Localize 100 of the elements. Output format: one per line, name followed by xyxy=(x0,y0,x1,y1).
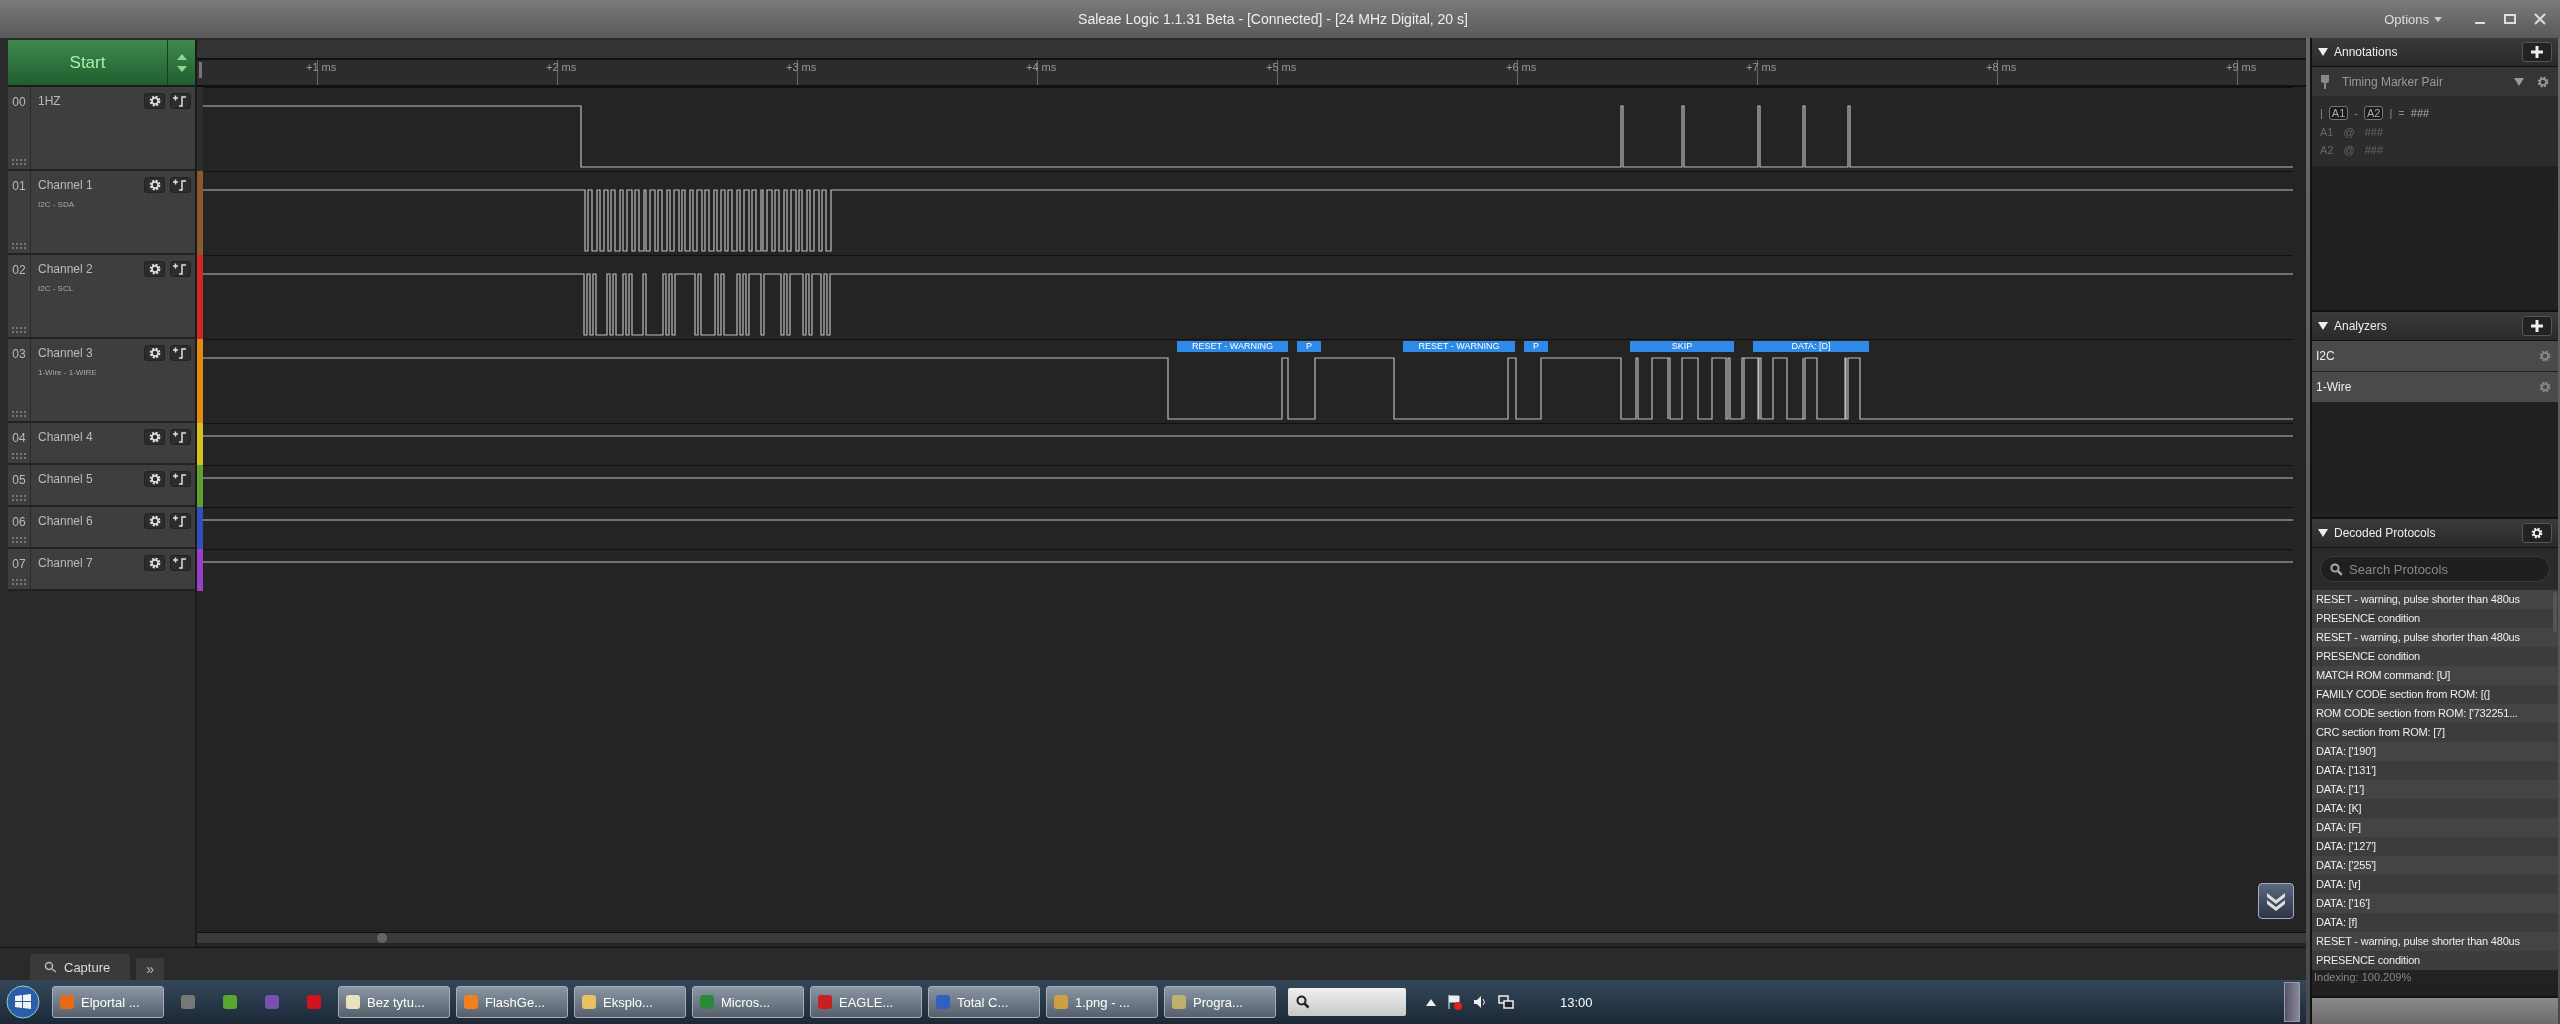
tick-label: +9 ms xyxy=(2226,61,2257,73)
grip-icon[interactable] xyxy=(12,579,26,585)
analyzer-settings-button[interactable] xyxy=(2538,349,2552,363)
channel-settings-button[interactable] xyxy=(144,555,165,571)
collapse-triangle-icon[interactable] xyxy=(2318,48,2328,56)
channel-number: 03 xyxy=(12,347,26,361)
trigger-button[interactable] xyxy=(170,513,191,529)
decoded-row[interactable]: DATA: ['127'] xyxy=(2312,837,2558,856)
taskbar-button[interactable]: EAGLE... xyxy=(810,986,922,1018)
trigger-button[interactable] xyxy=(170,345,191,361)
protocol-frame-label: SKIP xyxy=(1630,341,1734,352)
analyzer-name: 1-Wire xyxy=(2316,380,2352,394)
decoded-row[interactable]: PRESENCE condition xyxy=(2312,647,2558,666)
taskbar-button[interactable]: Eksplo... xyxy=(574,986,686,1018)
decoded-row[interactable]: DATA: [K] xyxy=(2312,799,2558,818)
channel-number: 04 xyxy=(12,431,26,445)
channel-settings-button[interactable] xyxy=(144,177,165,193)
rising-edge-icon xyxy=(172,346,189,360)
trigger-button[interactable] xyxy=(170,429,191,445)
channel-settings-button[interactable] xyxy=(144,345,165,361)
analyzer-item[interactable]: I2C xyxy=(2312,341,2558,372)
rising-edge-icon xyxy=(172,556,189,570)
taskbar-button[interactable]: Progra... xyxy=(1164,986,1276,1018)
collapse-triangle-icon[interactable] xyxy=(2318,529,2328,537)
decoded-row[interactable]: CRC section from ROM: [7] xyxy=(2312,723,2558,742)
scroll-thumb[interactable] xyxy=(377,933,387,943)
trigger-button[interactable] xyxy=(170,555,191,571)
analyzer-item[interactable]: 1-Wire xyxy=(2312,372,2558,403)
maximize-icon[interactable] xyxy=(2504,13,2516,25)
formula-symbol: = xyxy=(2398,107,2405,119)
app-icon xyxy=(699,994,715,1010)
taskbar-button[interactable]: 1.png - ... xyxy=(1046,986,1158,1018)
close-icon[interactable] xyxy=(2534,13,2546,25)
channel-settings-button[interactable] xyxy=(144,93,165,109)
plus-icon xyxy=(2531,320,2543,332)
marker-label: A2 xyxy=(2320,144,2334,156)
show-desktop-button[interactable] xyxy=(2284,982,2300,1022)
protocol-frame-label: RESET - WARNING xyxy=(1403,341,1515,352)
channel-settings-button[interactable] xyxy=(144,261,165,277)
grip-icon[interactable] xyxy=(12,495,26,501)
app-icon xyxy=(935,994,951,1010)
flag-icon[interactable] xyxy=(1446,994,1462,1010)
app-icon xyxy=(306,994,322,1010)
dropdown-triangle-icon xyxy=(2514,77,2524,86)
horizontal-scrollbar[interactable] xyxy=(197,932,2306,943)
search-field[interactable]: Search Protocols xyxy=(2320,556,2550,582)
grip-icon[interactable] xyxy=(12,453,26,459)
drag-handle[interactable] xyxy=(199,62,202,78)
taskbar-button[interactable]: Total C... xyxy=(928,986,1040,1018)
app-icon xyxy=(222,994,238,1010)
taskbar-button[interactable]: Elportal ... xyxy=(52,986,164,1018)
collapse-triangle-icon[interactable] xyxy=(2318,322,2328,330)
add-button[interactable] xyxy=(2522,316,2552,336)
plus-icon xyxy=(2531,46,2543,58)
channel-name: Channel 6 xyxy=(38,514,94,528)
trigger-button[interactable] xyxy=(170,261,191,277)
window-title: Saleae Logic 1.1.31 Beta - [Connected] - [24 MHz Digital, 20 s] xyxy=(1077,11,1469,27)
grip-icon[interactable] xyxy=(12,159,26,165)
capture-tab[interactable]: Capture xyxy=(30,954,131,980)
channel-settings-button[interactable] xyxy=(144,429,165,445)
annotation-selector[interactable]: Timing Marker Pair xyxy=(2312,67,2558,96)
at-symbol: @ xyxy=(2343,144,2355,156)
decoded-row[interactable]: PRESENCE condition xyxy=(2312,951,2558,970)
options-menu[interactable]: Options xyxy=(2384,11,2442,27)
more-tabs-button[interactable]: » xyxy=(136,958,165,980)
rising-edge-icon xyxy=(172,262,189,276)
analyzer-settings-button[interactable] xyxy=(2538,380,2552,394)
show-hidden-icons-icon[interactable] xyxy=(1426,998,1436,1006)
taskbar-button[interactable]: Micros... xyxy=(692,986,804,1018)
taskbar-button[interactable]: Bez tytu... xyxy=(338,986,450,1018)
trigger-button[interactable] xyxy=(170,471,191,487)
trigger-button[interactable] xyxy=(170,93,191,109)
start-orb-icon[interactable] xyxy=(6,985,40,1019)
grip-icon[interactable] xyxy=(12,411,26,417)
trigger-button[interactable] xyxy=(170,177,191,193)
channel-name: Channel 4 xyxy=(38,430,94,444)
grip-icon[interactable] xyxy=(12,243,26,249)
decoded-row[interactable]: DATA: [\r] xyxy=(2312,875,2558,894)
decoded-row[interactable]: DATA: [f] xyxy=(2312,913,2558,932)
search-field[interactable] xyxy=(1288,988,1406,1016)
grip-icon[interactable] xyxy=(12,327,26,333)
measurement-value: ### xyxy=(2410,107,2430,119)
channel-settings-button[interactable] xyxy=(144,471,165,487)
speaker-icon[interactable] xyxy=(1472,994,1488,1010)
decoded-row[interactable]: PRESENCE condition xyxy=(2312,609,2558,628)
tick-label: +1 ms xyxy=(306,61,337,73)
settings-button[interactable] xyxy=(2522,523,2552,543)
decoded-row[interactable]: FAMILY CODE section from ROM: [(] xyxy=(2312,685,2558,704)
marker-label: A1 xyxy=(2320,126,2334,138)
network-icon[interactable] xyxy=(1498,994,1514,1010)
pin-icon xyxy=(2320,74,2330,89)
app-icon xyxy=(264,994,280,1010)
app-icon xyxy=(59,994,75,1010)
grip-icon[interactable] xyxy=(12,537,26,543)
panel-title: Analyzers xyxy=(2334,319,2388,333)
taskbar-button[interactable]: FlashGe... xyxy=(456,986,568,1018)
add-button[interactable] xyxy=(2522,42,2552,62)
decoded-row[interactable]: DATA: ['131'] xyxy=(2312,761,2558,780)
channel-settings-button[interactable] xyxy=(144,513,165,529)
scroll-to-end-button[interactable] xyxy=(2258,883,2294,919)
